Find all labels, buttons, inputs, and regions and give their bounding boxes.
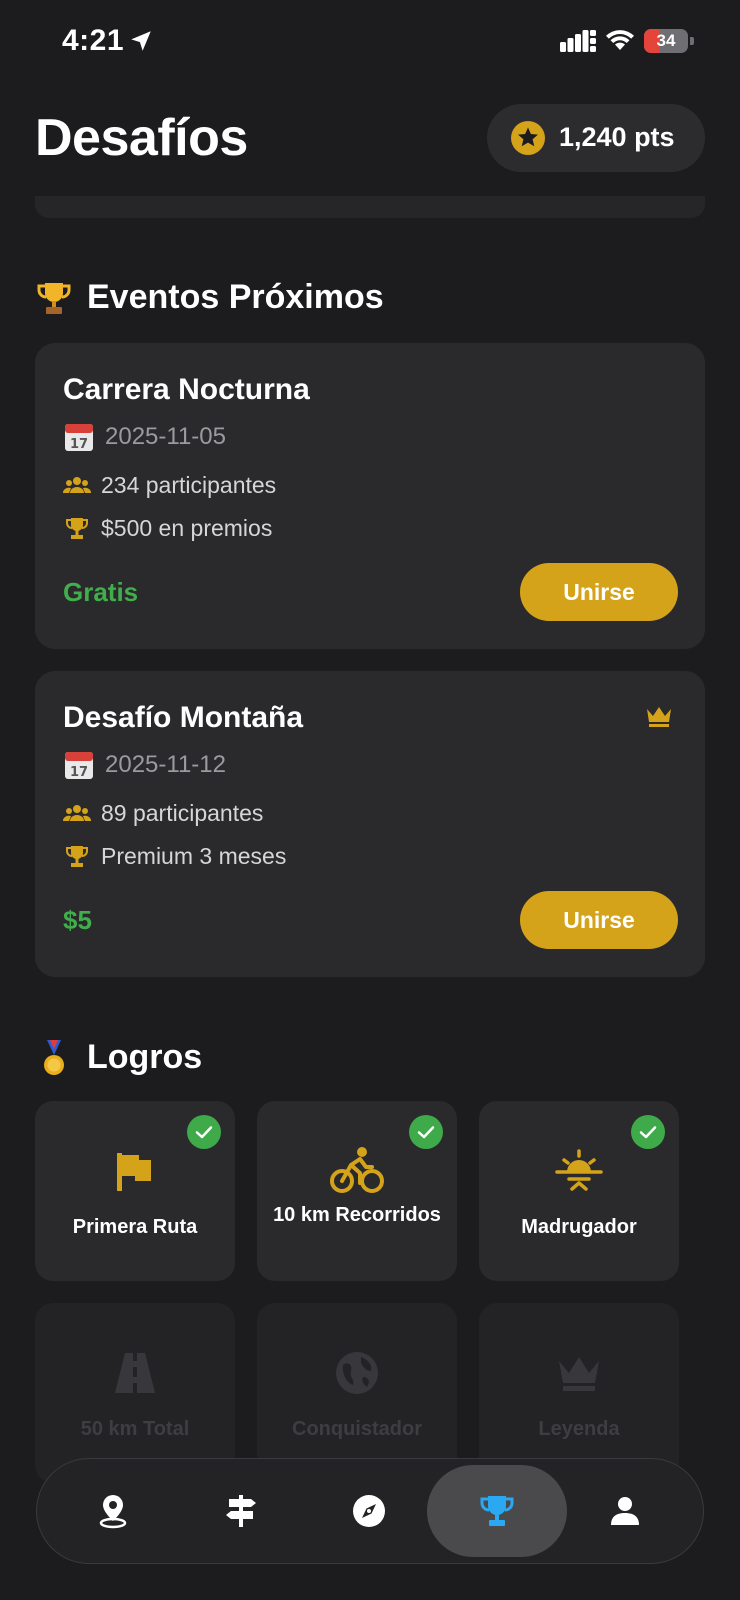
join-button[interactable]: Unirse — [520, 891, 678, 949]
achievement-label: Primera Ruta — [72, 1216, 198, 1238]
wifi-icon — [606, 30, 634, 50]
event-card[interactable]: Desafío Montaña 17 2025-11-12 89 partici… — [35, 671, 705, 977]
event-prize: $500 en premios — [101, 514, 273, 541]
checkmark-icon — [631, 1115, 665, 1149]
achievement-card[interactable]: Primera Ruta — [35, 1101, 235, 1281]
section-title-achievements: Logros — [35, 1038, 202, 1077]
tab-challenges[interactable] — [427, 1465, 567, 1557]
svg-text:17: 17 — [70, 437, 88, 452]
status-time: 4:21 — [62, 24, 125, 57]
join-button[interactable]: Unirse — [520, 563, 678, 621]
status-bar: 4:21 34 — [0, 0, 740, 84]
achievement-label: 50 km Total — [80, 1418, 190, 1440]
section-title-events-label: Eventos Próximos — [87, 278, 384, 316]
tab-explore[interactable] — [299, 1465, 439, 1557]
points-value: 1,240 pts — [559, 122, 675, 152]
medal-icon — [44, 1039, 64, 1075]
battery-indicator: 34 — [644, 29, 694, 53]
trophy-icon — [480, 1496, 514, 1526]
achievement-label: 10 km Recorridos — [273, 1204, 441, 1226]
cellular-signal-icon — [560, 30, 596, 52]
achievement-card-locked[interactable]: 50 km Total — [35, 1303, 235, 1483]
tab-profile[interactable] — [555, 1465, 695, 1557]
compass-icon — [353, 1495, 385, 1527]
battery-percentage: 34 — [656, 31, 676, 50]
event-participants: 89 participantes — [101, 799, 264, 826]
checkmark-icon — [409, 1115, 443, 1149]
road-icon — [115, 1353, 155, 1393]
premium-crown-icon — [647, 707, 671, 727]
previous-card-edge — [35, 196, 705, 218]
globe-icon — [336, 1352, 378, 1394]
achievement-label: Conquistador — [292, 1418, 422, 1440]
location-arrow-icon — [131, 31, 151, 51]
event-prize: Premium 3 meses — [101, 842, 287, 869]
calendar-icon: 17 — [65, 424, 93, 452]
bottom-tab-bar — [36, 1458, 704, 1564]
event-title: Desafío Montaña — [63, 701, 304, 734]
trophy-icon — [37, 282, 71, 314]
event-title: Carrera Nocturna — [63, 373, 310, 406]
trophy-small-icon — [66, 846, 88, 867]
achievement-card[interactable]: 10 km Recorridos — [257, 1101, 457, 1281]
section-title-events: Eventos Próximos — [35, 278, 384, 317]
achievement-card[interactable]: Madrugador — [479, 1101, 679, 1281]
users-icon — [63, 805, 91, 821]
checkmark-icon — [187, 1115, 221, 1149]
user-icon — [611, 1497, 639, 1525]
event-date: 2025-11-12 — [105, 751, 226, 778]
achievement-card-locked[interactable]: Conquistador — [257, 1303, 457, 1483]
trophy-small-icon — [66, 518, 88, 539]
flag-icon — [117, 1153, 151, 1191]
event-price: $5 — [63, 905, 92, 935]
section-title-achievements-label: Logros — [87, 1038, 203, 1076]
page-title: Desafíos — [35, 109, 248, 167]
svg-text:17: 17 — [70, 765, 88, 780]
tab-map[interactable] — [43, 1465, 183, 1557]
achievement-label: Madrugador — [521, 1216, 637, 1238]
tab-routes[interactable] — [171, 1465, 311, 1557]
users-icon — [63, 477, 91, 493]
achievement-card-locked[interactable]: Leyenda — [479, 1303, 679, 1483]
map-pin-icon — [99, 1495, 127, 1529]
points-badge[interactable]: 1,240 pts — [487, 104, 705, 172]
crown-icon — [559, 1357, 599, 1391]
event-price: Gratis — [63, 577, 139, 607]
event-participants: 234 participantes — [101, 471, 277, 498]
star-coin-icon — [511, 121, 545, 155]
event-card[interactable]: Carrera Nocturna 17 2025-11-05 234 parti… — [35, 343, 705, 649]
sunrise-icon — [555, 1149, 603, 1191]
achievement-label: Leyenda — [538, 1418, 620, 1440]
signpost-icon — [226, 1495, 256, 1527]
bicycle-icon — [330, 1147, 384, 1193]
event-date: 2025-11-05 — [105, 423, 226, 450]
calendar-icon: 17 — [65, 752, 93, 780]
